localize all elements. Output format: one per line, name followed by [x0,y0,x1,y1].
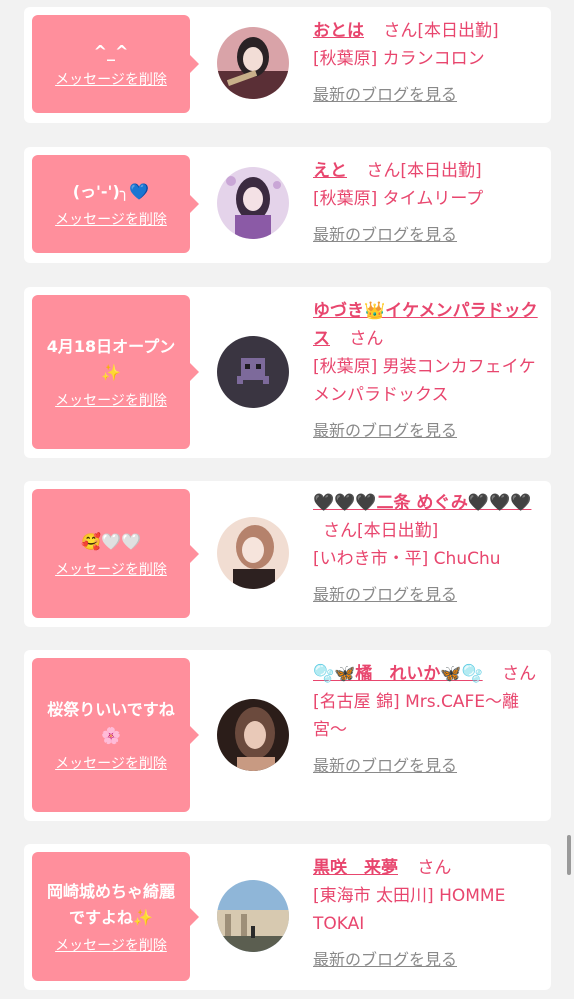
user-name-link[interactable]: ゆづき👑イケメンパラドックス [313,301,538,349]
user-info: おとは さん[本日出勤] [秋葉原] カランコロン 最新のブログを見る [313,17,541,109]
message-bubble: 岡崎城めちゃ綺麗ですよね✨ メッセージを削除 [32,852,199,981]
shop-name: [秋葉原] 男装コンカフェイケメンパラドックス [313,357,536,405]
list-item: ^_^ メッセージを削除 おとは さん[本日出勤] [秋葉原] カランコロン 最… [24,7,551,123]
latest-blog-link[interactable]: 最新のブログを見る [313,946,541,974]
latest-blog-link[interactable]: 最新のブログを見る [313,581,541,609]
delete-message-link[interactable]: メッセージを削除 [55,753,167,773]
user-info: 🫧🦋橘 れいか🦋🫧 さん [名古屋 錦] Mrs.CAFE〜離宮〜 最新のブログ… [313,660,541,780]
avatar[interactable] [217,336,289,408]
user-name-link[interactable]: 🫧🦋橘 れいか🦋🫧 [313,664,483,684]
message-bubble: 4月18日オープン✨ メッセージを削除 [32,295,199,449]
user-info: 🖤🖤🖤二条 めぐみ🖤🖤🖤 さん[本日出勤] [いわき市・平] ChuChu 最新… [313,489,541,609]
shop-name: [名古屋 錦] Mrs.CAFE〜離宮〜 [313,692,520,740]
shop-name: [秋葉原] タイムリープ [313,189,484,209]
message-text: ^_^ [93,42,129,61]
latest-blog-link[interactable]: 最新のブログを見る [313,81,541,109]
status-badge: [本日出勤] [357,521,439,541]
shop-name: [いわき市・平] ChuChu [313,549,501,569]
list-item: 🥰🤍🤍 メッセージを削除 🖤🖤🖤二条 めぐみ🖤🖤🖤 さん[本日出勤] [いわき市… [24,481,551,627]
status-badge: [本日出勤] [400,161,482,181]
user-name-link[interactable]: えと [313,161,347,181]
honorific: さん [323,521,357,541]
message-bubble: (っ'-')╮💙 メッセージを削除 [32,155,199,253]
honorific: さん [383,21,418,41]
avatar[interactable] [217,27,289,99]
delete-message-link[interactable]: メッセージを削除 [55,390,167,410]
status-badge: [本日出勤] [417,21,499,41]
delete-message-link[interactable]: メッセージを削除 [55,935,167,955]
message-text: 4月18日オープン✨ [46,337,176,382]
user-info: ゆづき👑イケメンパラドックス さん [秋葉原] 男装コンカフェイケメンパラドック… [313,297,541,445]
avatar[interactable] [217,517,289,589]
message-text: 岡崎城めちゃ綺麗ですよね✨ [46,881,175,927]
message-text: 🥰🤍🤍 [81,531,141,551]
avatar[interactable] [217,167,289,239]
message-bubble: ^_^ メッセージを削除 [32,15,199,113]
list-item: 桜祭りいいですね🌸 メッセージを削除 🫧🦋橘 れいか🦋🫧 さん [名古屋 錦] … [24,650,551,821]
list-item: 4月18日オープン✨ メッセージを削除 ゆづき👑イケメンパラドックス さん [秋… [24,287,551,458]
latest-blog-link[interactable]: 最新のブログを見る [313,417,541,445]
user-name-link[interactable]: 黒咲 来夢 [313,858,398,878]
latest-blog-link[interactable]: 最新のブログを見る [313,752,541,780]
shop-name: [東海市 太田川] HOMME TOKAI [313,886,506,934]
latest-blog-link[interactable]: 最新のブログを見る [313,221,541,249]
honorific: さん [349,329,384,349]
message-bubble: 桜祭りいいですね🌸 メッセージを削除 [32,658,199,812]
delete-message-link[interactable]: メッセージを削除 [55,559,167,579]
delete-message-link[interactable]: メッセージを削除 [55,69,167,89]
user-name-link[interactable]: 🖤🖤🖤二条 めぐみ🖤🖤🖤 [313,493,531,513]
list-item: 岡崎城めちゃ綺麗ですよね✨ メッセージを削除 黒咲 来夢 さん [東海市 太田川… [24,844,551,990]
scrollbar[interactable] [567,835,571,875]
message-bubble: 🥰🤍🤍 メッセージを削除 [32,489,199,618]
honorific: さん [502,664,537,684]
message-text: (っ'-')╮💙 [72,182,150,201]
delete-message-link[interactable]: メッセージを削除 [55,209,167,229]
user-info: えと さん[本日出勤] [秋葉原] タイムリープ 最新のブログを見る [313,157,541,249]
list-item: (っ'-')╮💙 メッセージを削除 えと さん[本日出勤] [秋葉原] タイムリ… [24,147,551,263]
avatar[interactable] [217,880,289,952]
user-info: 黒咲 来夢 さん [東海市 太田川] HOMME TOKAI 最新のブログを見る [313,854,541,974]
honorific: さん [417,858,452,878]
honorific: さん [366,161,401,181]
user-name-link[interactable]: おとは [313,21,364,41]
message-text: 桜祭りいいですね🌸 [47,700,175,745]
shop-name: [秋葉原] カランコロン [313,49,485,69]
avatar[interactable] [217,699,289,771]
